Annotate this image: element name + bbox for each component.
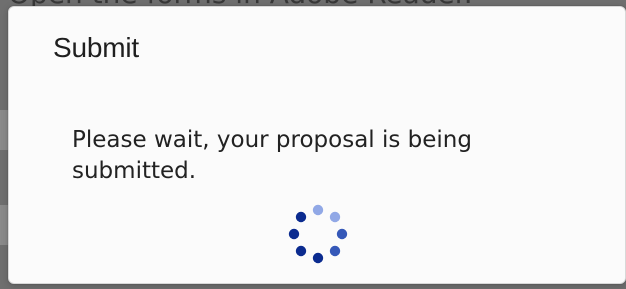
spinner-dot bbox=[312, 204, 324, 216]
spinner-dot bbox=[336, 228, 348, 240]
spinner-dot bbox=[288, 228, 300, 240]
loading-spinner-icon bbox=[284, 200, 352, 268]
submit-dialog: Submit Please wait, your proposal is bei… bbox=[8, 6, 626, 284]
spinner-dot bbox=[329, 245, 341, 257]
spinner-dot bbox=[312, 252, 324, 264]
loading-dialog-screen: Open the forms in Adobe Reader. Submit P… bbox=[0, 0, 626, 289]
spinner-dot bbox=[329, 211, 341, 223]
left-edge-strip bbox=[0, 205, 8, 245]
spinner-dot bbox=[295, 211, 307, 223]
dialog-title: Submit bbox=[53, 32, 139, 63]
spinner-dot bbox=[295, 245, 307, 257]
dialog-message: Please wait, your proposal is being subm… bbox=[72, 127, 472, 184]
left-edge-strip bbox=[0, 110, 8, 150]
